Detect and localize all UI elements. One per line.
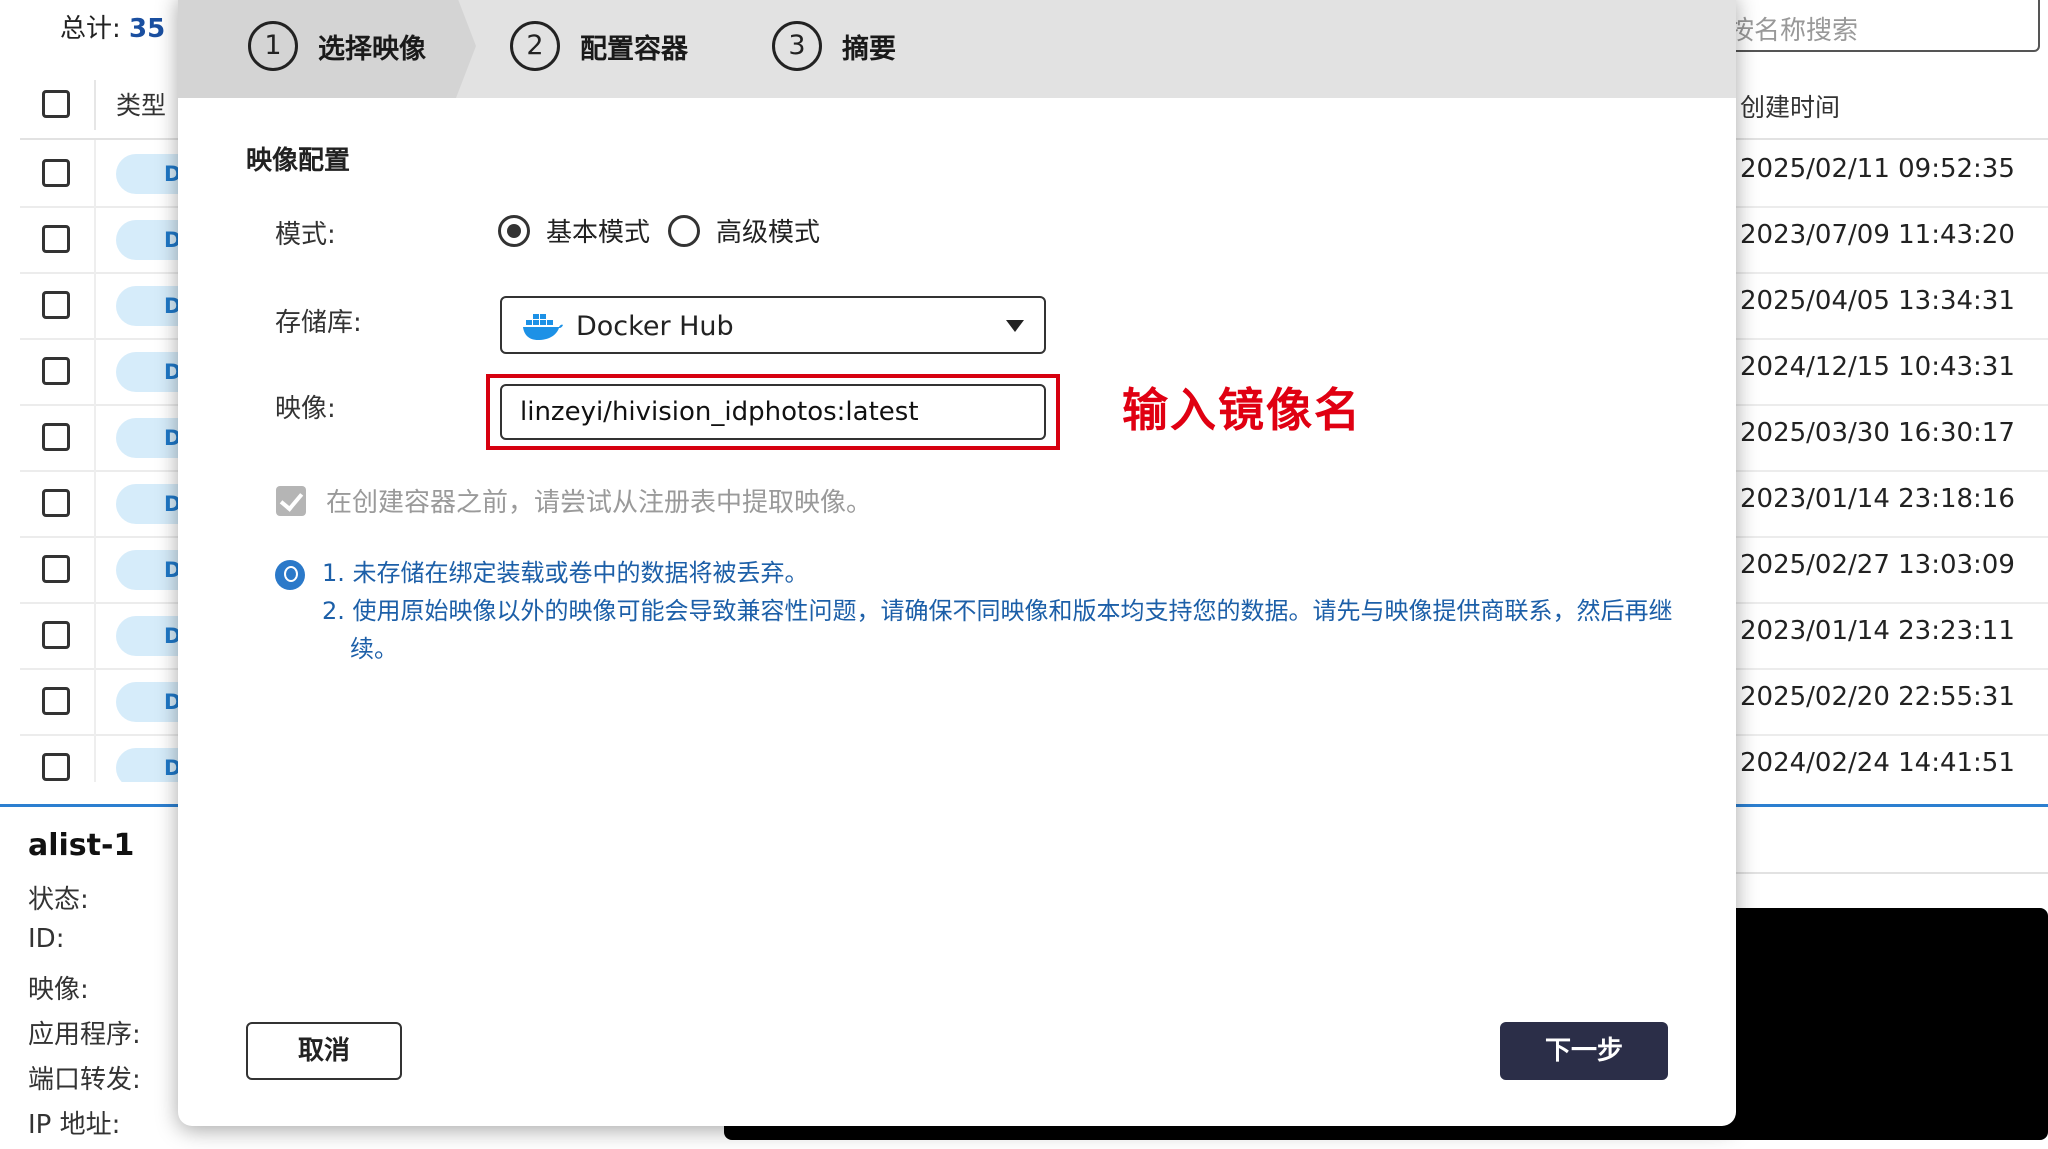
pull-image-label: 在创建容器之前，请尝试从注册表中提取映像。 [326,488,873,518]
detail-label-image: 映像: [28,975,89,1005]
created-time: 2023/01/14 23:23:11 [1740,616,2015,646]
column-divider [94,536,96,602]
step-select-image: 1 选择映像 [248,18,426,74]
row-checkbox[interactable] [42,489,70,517]
created-time: 2023/07/09 11:43:20 [1740,220,2015,250]
advanced-mode-label[interactable]: 高级模式 [716,212,820,249]
image-label: 映像: [275,394,336,424]
container-name: alist-1 [28,828,135,863]
info-icon [275,560,305,590]
row-checkbox[interactable] [42,423,70,451]
column-divider [94,404,96,470]
row-checkbox[interactable] [42,357,70,385]
search-input[interactable]: 按名称搜索 [1700,0,2040,52]
total-count: 总计: 35 [60,8,165,45]
row-checkbox[interactable] [42,621,70,649]
advanced-mode-radio[interactable] [668,214,701,247]
column-divider [94,140,96,206]
step-label: 摘要 [842,33,896,65]
basic-mode-radio[interactable] [498,214,530,247]
detail-label-id: ID: [28,924,65,954]
create-container-dialog: 1 选择映像 2 配置容器 3 摘要 映像配置 模式: 基本模式 高级模式 存储… [178,0,1736,1126]
column-created[interactable]: 创建时间 [1740,88,1840,124]
row-checkbox[interactable] [42,159,70,187]
cancel-button[interactable]: 取消 [246,1022,402,1080]
detail-label-ip: IP 地址: [28,1110,121,1140]
column-divider [94,470,96,536]
chevron-down-icon[interactable] [1006,320,1024,332]
row-checkbox[interactable] [42,687,70,715]
docker-whale-icon [522,310,564,346]
registry-label: 存储库: [275,308,362,338]
step-configure-container: 2 配置容器 [510,18,688,74]
detail-label-ports: 端口转发: [28,1065,141,1095]
created-time: 2025/02/27 13:03:09 [1740,550,2015,580]
next-button[interactable]: 下一步 [1500,1022,1668,1080]
column-divider [94,734,96,782]
column-divider [94,668,96,734]
column-divider [94,80,96,130]
annotation-text: 输入镜像名 [1122,383,1362,437]
row-checkbox[interactable] [42,225,70,253]
registry-select[interactable]: Docker Hub [500,296,1046,354]
step-number: 1 [248,21,298,71]
created-time: 2025/02/11 09:52:35 [1740,154,2015,184]
column-divider [94,338,96,404]
created-time: 2024/02/24 14:41:51 [1740,748,2015,778]
step-number: 3 [772,21,822,71]
column-divider [94,602,96,668]
select-all-checkbox[interactable] [42,90,70,118]
created-time: 2024/12/15 10:43:31 [1740,352,2015,382]
mode-label: 模式: [275,220,336,250]
step-label: 选择映像 [318,33,426,65]
row-checkbox[interactable] [42,555,70,583]
mode-radio-group: 基本模式 高级模式 [498,212,838,249]
column-divider [94,272,96,338]
wizard-steps: 1 选择映像 2 配置容器 3 摘要 [178,0,1736,98]
total-label: 总计: [60,14,121,44]
created-time: 2025/03/30 16:30:17 [1740,418,2015,448]
total-number: 35 [129,14,166,44]
detail-panel: alist-1 状态: ID: 映像: 应用程序: 端口转发: IP 地址: [28,828,141,1149]
column-type[interactable]: 类型 [116,86,166,122]
created-time: 2023/01/14 23:18:16 [1740,484,2015,514]
info-note: 2. 使用原始映像以外的映像可能会导致兼容性问题，请确保不同映像和版本均支持您的… [322,597,1673,663]
created-time: 2025/02/20 22:55:31 [1740,682,2015,712]
row-checkbox[interactable] [42,753,70,781]
divider [1736,872,2048,874]
step-number: 2 [510,21,560,71]
detail-label-app: 应用程序: [28,1020,141,1050]
created-time: 2025/04/05 13:34:31 [1740,286,2015,316]
pull-image-checkbox[interactable] [276,486,306,516]
row-checkbox[interactable] [42,291,70,319]
step-summary: 3 摘要 [772,18,896,74]
info-notes: 1. 未存储在绑定装载或卷中的数据将被丢弃。 2. 使用原始映像以外的映像可能会… [322,554,1702,668]
registry-value: Docker Hub [576,311,734,342]
detail-label-status: 状态: [28,885,89,915]
info-note: 1. 未存储在绑定装载或卷中的数据将被丢弃。 [322,559,809,587]
section-title: 映像配置 [246,146,351,176]
basic-mode-label[interactable]: 基本模式 [546,212,650,249]
step-label: 配置容器 [580,33,688,65]
column-divider [94,206,96,272]
image-name-input[interactable] [500,384,1046,440]
